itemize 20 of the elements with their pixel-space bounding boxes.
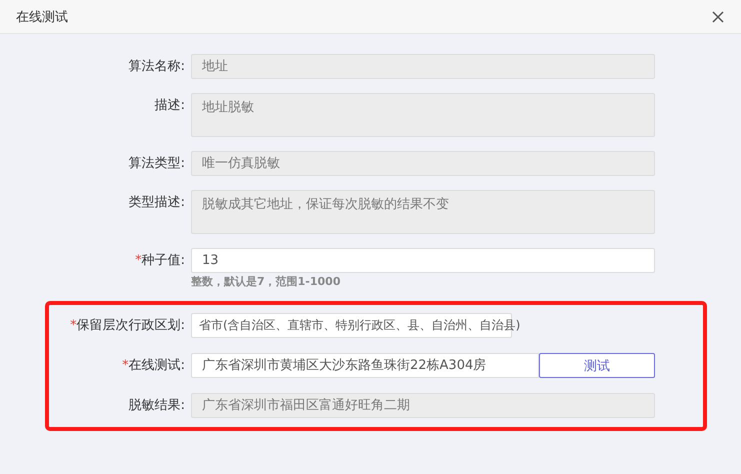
field-label: 类型描述: bbox=[128, 194, 185, 212]
close-icon[interactable] bbox=[712, 10, 724, 22]
readonly-field: 唯一仿真脱敏 bbox=[191, 151, 655, 176]
test-button[interactable]: 测试 bbox=[539, 353, 655, 378]
readonly-textarea: 脱敏成其它地址，保证每次脱敏的结果不变 bbox=[191, 190, 655, 234]
readonly-field: 广东省深圳市福田区富通好旺角二期 bbox=[191, 393, 655, 418]
field-label: 算法名称: bbox=[128, 58, 185, 76]
field-label: 描述: bbox=[154, 97, 185, 115]
readonly-textarea: 地址脱敏 bbox=[191, 93, 655, 137]
input-field[interactable]: 广东省深圳市黄埔区大沙东路鱼珠街22栋A304房 bbox=[191, 353, 539, 378]
field-label: *保留层次行政区划: bbox=[70, 317, 185, 335]
window-title: 在线测试 bbox=[16, 8, 68, 26]
field-label: 脱敏结果: bbox=[128, 397, 185, 415]
field-label: 算法类型: bbox=[128, 155, 185, 173]
field-label: *在线测试: bbox=[122, 357, 185, 375]
input-field[interactable]: 13 bbox=[191, 248, 655, 273]
field-label: *种子值: bbox=[135, 252, 185, 270]
select-value: 省市(含自治区、直辖市、特别行政区、县、自治州、自治县) bbox=[199, 317, 520, 334]
hint-text: 整数，默认是7，范围1-1000 bbox=[191, 275, 342, 289]
readonly-field: 地址 bbox=[191, 54, 655, 79]
